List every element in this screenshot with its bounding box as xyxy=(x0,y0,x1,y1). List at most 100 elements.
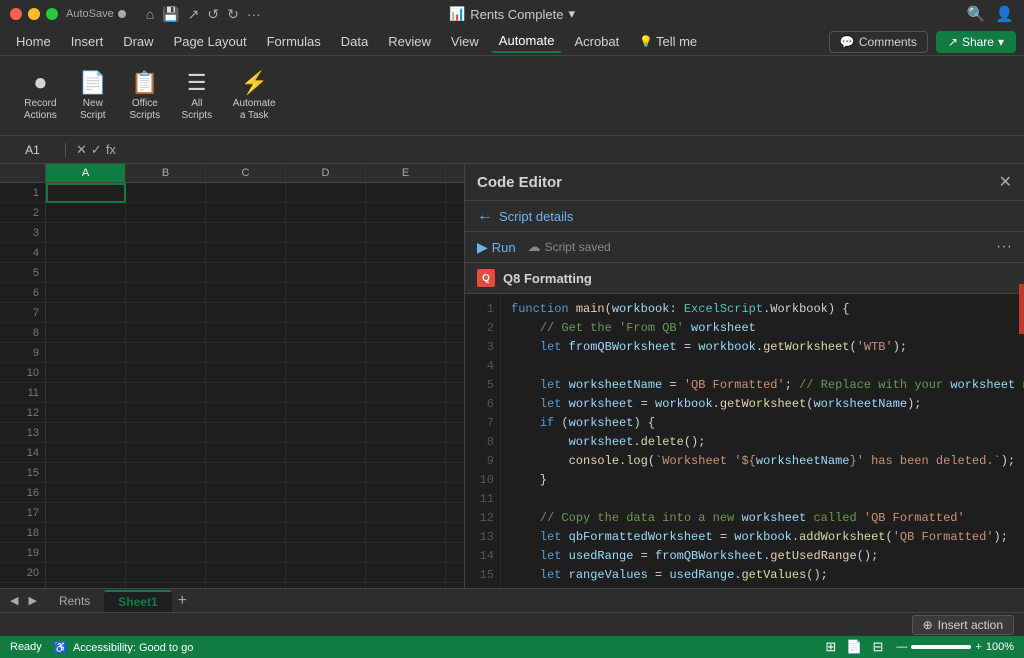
spreadsheet-cell[interactable] xyxy=(46,543,126,563)
spreadsheet-cell[interactable] xyxy=(126,583,206,588)
spreadsheet-cell[interactable] xyxy=(446,243,464,263)
undo-icon[interactable]: ↺ xyxy=(207,6,219,23)
spreadsheet-cell[interactable] xyxy=(286,283,366,303)
col-header-a[interactable]: A xyxy=(46,164,126,182)
home-icon[interactable]: ⌂ xyxy=(146,6,154,23)
spreadsheet-cell[interactable] xyxy=(286,403,366,423)
spreadsheet-cell[interactable] xyxy=(446,183,464,203)
spreadsheet-cell[interactable] xyxy=(286,183,366,203)
spreadsheet-cell[interactable] xyxy=(446,523,464,543)
search-icon[interactable]: 🔍 xyxy=(967,5,986,23)
spreadsheet-cell[interactable] xyxy=(446,543,464,563)
spreadsheet-cell[interactable] xyxy=(366,423,446,443)
spreadsheet-cell[interactable] xyxy=(446,263,464,283)
spreadsheet-cell[interactable] xyxy=(126,223,206,243)
spreadsheet-cell[interactable] xyxy=(206,543,286,563)
menu-formulas[interactable]: Formulas xyxy=(259,31,329,52)
spreadsheet-cell[interactable] xyxy=(46,223,126,243)
spreadsheet-cell[interactable] xyxy=(126,543,206,563)
spreadsheet-cell[interactable] xyxy=(46,283,126,303)
spreadsheet-cell[interactable] xyxy=(206,443,286,463)
spreadsheet-cell[interactable] xyxy=(366,263,446,283)
spreadsheet-cell[interactable] xyxy=(286,523,366,543)
spreadsheet-cell[interactable] xyxy=(206,203,286,223)
spreadsheet-cell[interactable] xyxy=(446,323,464,343)
spreadsheet-cell[interactable] xyxy=(46,383,126,403)
spreadsheet-cell[interactable] xyxy=(46,323,126,343)
spreadsheet-cell[interactable] xyxy=(46,183,126,203)
spreadsheet-cell[interactable] xyxy=(126,523,206,543)
spreadsheet-cell[interactable] xyxy=(206,183,286,203)
spreadsheet-cell[interactable] xyxy=(366,363,446,383)
spreadsheet-cell[interactable] xyxy=(366,563,446,583)
spreadsheet-cell[interactable] xyxy=(126,463,206,483)
spreadsheet-cell[interactable] xyxy=(46,263,126,283)
spreadsheet-cell[interactable] xyxy=(446,383,464,403)
spreadsheet-cell[interactable] xyxy=(446,463,464,483)
spreadsheet-cell[interactable] xyxy=(286,503,366,523)
page-break-view-button[interactable]: ⊟ xyxy=(870,638,887,656)
spreadsheet-cell[interactable] xyxy=(366,303,446,323)
spreadsheet-cell[interactable] xyxy=(206,463,286,483)
spreadsheet-cell[interactable] xyxy=(446,303,464,323)
spreadsheet-cell[interactable] xyxy=(206,423,286,443)
maximize-traffic-light[interactable] xyxy=(46,8,58,20)
spreadsheet-cell[interactable] xyxy=(126,283,206,303)
spreadsheet-cell[interactable] xyxy=(366,383,446,403)
spreadsheet-cell[interactable] xyxy=(206,583,286,588)
spreadsheet-cell[interactable] xyxy=(206,363,286,383)
spreadsheet-cell[interactable] xyxy=(46,563,126,583)
share-button[interactable]: ↗ Share ▾ xyxy=(936,31,1016,53)
spreadsheet-cell[interactable] xyxy=(206,243,286,263)
spreadsheet-cell[interactable] xyxy=(126,323,206,343)
spreadsheet-cell[interactable] xyxy=(46,303,126,323)
menu-review[interactable]: Review xyxy=(380,31,439,52)
spreadsheet-cell[interactable] xyxy=(46,423,126,443)
col-header-c[interactable]: C xyxy=(206,164,286,182)
spreadsheet-cell[interactable] xyxy=(286,343,366,363)
spreadsheet-cell[interactable] xyxy=(126,263,206,283)
automate-task-button[interactable]: ⚡ Automate a Task xyxy=(225,66,284,126)
spreadsheet-cell[interactable] xyxy=(366,243,446,263)
spreadsheet-cell[interactable] xyxy=(126,203,206,223)
spreadsheet-cell[interactable] xyxy=(46,523,126,543)
tab-prev-arrow[interactable]: ◀ xyxy=(6,592,22,609)
share-icon2[interactable]: ↗ xyxy=(188,6,200,23)
spreadsheet-cell[interactable] xyxy=(286,443,366,463)
spreadsheet-cell[interactable] xyxy=(286,423,366,443)
spreadsheet-cell[interactable] xyxy=(446,443,464,463)
spreadsheet-cell[interactable] xyxy=(126,423,206,443)
sheet-tab-sheet1[interactable]: Sheet1 xyxy=(104,590,171,612)
run-button[interactable]: ▶ Run xyxy=(477,239,516,256)
spreadsheet-cell[interactable] xyxy=(286,563,366,583)
spreadsheet-cell[interactable] xyxy=(286,483,366,503)
spreadsheet-cell[interactable] xyxy=(366,483,446,503)
spreadsheet-cell[interactable] xyxy=(206,403,286,423)
spreadsheet-cell[interactable] xyxy=(206,263,286,283)
back-arrow-icon[interactable]: ← xyxy=(477,207,493,225)
spreadsheet-cell[interactable] xyxy=(206,383,286,403)
tab-next-arrow[interactable]: ▶ xyxy=(24,592,40,609)
spreadsheet-cell[interactable] xyxy=(126,403,206,423)
spreadsheet-cell[interactable] xyxy=(446,423,464,443)
sheet-tab-rents[interactable]: Rents xyxy=(45,591,104,611)
spreadsheet-cell[interactable] xyxy=(446,203,464,223)
minimize-traffic-light[interactable] xyxy=(28,8,40,20)
spreadsheet-cell[interactable] xyxy=(446,403,464,423)
spreadsheet-cell[interactable] xyxy=(286,203,366,223)
spreadsheet-cell[interactable] xyxy=(366,503,446,523)
spreadsheet-cell[interactable] xyxy=(366,323,446,343)
account-icon[interactable]: 👤 xyxy=(995,5,1014,23)
spreadsheet-cell[interactable] xyxy=(206,563,286,583)
new-script-button[interactable]: 📄 New Script xyxy=(69,66,117,126)
spreadsheet-cell[interactable] xyxy=(446,583,464,588)
cancel-icon[interactable]: ✕ xyxy=(76,142,87,158)
spreadsheet-cell[interactable] xyxy=(366,183,446,203)
col-header-e[interactable]: E xyxy=(366,164,446,182)
spreadsheet-cell[interactable] xyxy=(46,243,126,263)
spreadsheet-cell[interactable] xyxy=(286,323,366,343)
spreadsheet-cell[interactable] xyxy=(366,343,446,363)
spreadsheet-cell[interactable] xyxy=(446,483,464,503)
spreadsheet-cell[interactable] xyxy=(46,503,126,523)
spreadsheet-cell[interactable] xyxy=(46,403,126,423)
